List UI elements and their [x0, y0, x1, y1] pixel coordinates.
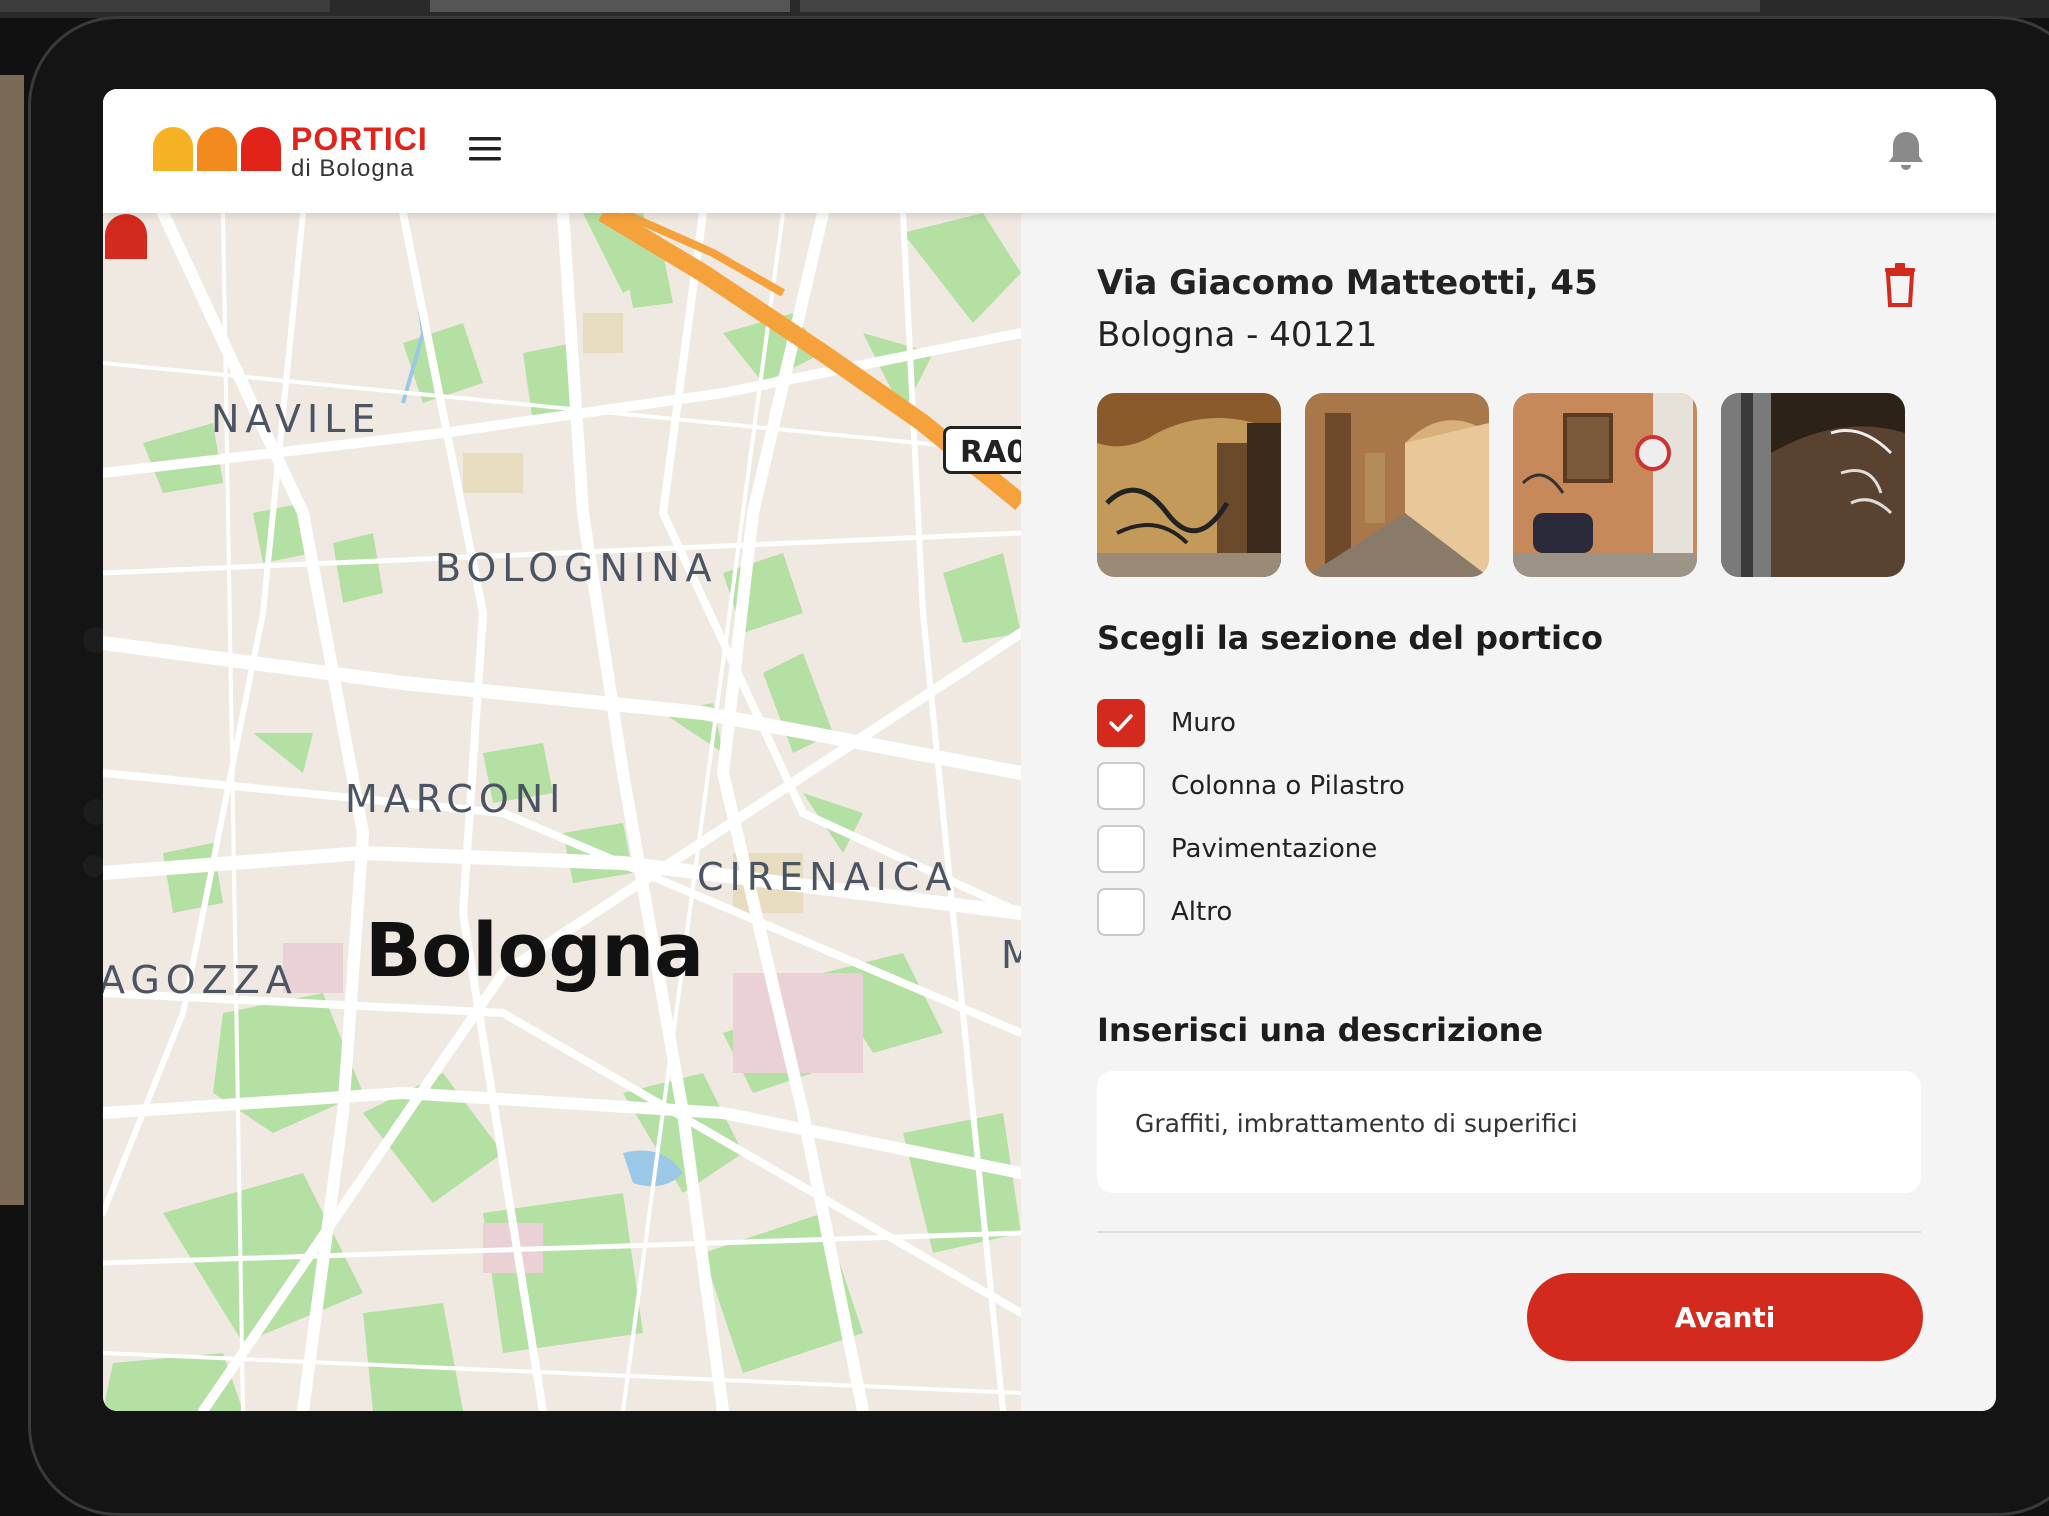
- description-title: Inserisci una descrizione: [1097, 1011, 1544, 1049]
- option-label: Colonna o Pilastro: [1171, 770, 1405, 801]
- photo-thumbnail[interactable]: [1097, 393, 1281, 577]
- option-label: Pavimentazione: [1171, 833, 1378, 864]
- map-label-saragozza: AGOZZA: [103, 958, 298, 1002]
- address-street: Via Giacomo Matteotti, 45: [1097, 263, 1598, 303]
- report-panel: Via Giacomo Matteotti, 45 Bologna - 4012…: [1021, 213, 1996, 1411]
- location-pin-icon[interactable]: [103, 213, 149, 261]
- trash-icon[interactable]: [1883, 263, 1917, 307]
- checkbox-altro[interactable]: [1097, 887, 1145, 936]
- option-label: Altro: [1171, 896, 1233, 927]
- map-label-marconi: MARCONI: [345, 777, 567, 821]
- map-city-label: Bologna: [365, 908, 705, 994]
- map-label-navile: NAVILE: [211, 397, 382, 441]
- address-city: Bologna - 40121: [1097, 315, 1378, 355]
- photo-thumbnail[interactable]: [1721, 393, 1905, 577]
- map-label-cirenaica: CIRENAICA: [697, 855, 958, 899]
- section-choice-title: Scegli la sezione del portico: [1097, 619, 1603, 657]
- checkbox-pavimentazione[interactable]: [1097, 824, 1145, 873]
- map-view[interactable]: NAVILE BOLOGNINA MARCONI CIRENAICA AGOZZ…: [103, 213, 1021, 1411]
- portici-arches-icon: [153, 127, 281, 171]
- background-left-strip: [0, 75, 24, 1205]
- photo-thumbnail[interactable]: [1305, 393, 1489, 577]
- checkbox-colonna[interactable]: [1097, 761, 1145, 810]
- divider: [1097, 1231, 1921, 1233]
- photo-gallery: [1097, 393, 1905, 577]
- bell-icon[interactable]: [1886, 129, 1926, 173]
- map-label-bolognina: BOLOGNINA: [435, 546, 718, 590]
- logo-subtitle: di Bologna: [291, 155, 415, 182]
- option-label: Muro: [1171, 707, 1236, 738]
- checkbox-muro[interactable]: [1097, 698, 1145, 747]
- next-button[interactable]: Avanti: [1527, 1273, 1923, 1361]
- option-muro[interactable]: Muro: [1097, 691, 1405, 754]
- photo-thumbnail[interactable]: [1513, 393, 1697, 577]
- checkmark-icon: [1109, 713, 1133, 732]
- option-pavimentazione[interactable]: Pavimentazione: [1097, 817, 1405, 880]
- logo-title: PORTICI: [291, 121, 428, 157]
- map-label-partial: M: [1001, 933, 1021, 977]
- app-header: PORTICI di Bologna: [103, 89, 1996, 213]
- app-screen: PORTICI di Bologna NAVILE BOLOGNINA MARC…: [103, 89, 1996, 1411]
- description-field[interactable]: Graffiti, imbrattamento di superifici: [1097, 1071, 1921, 1193]
- tablet-sensor: [83, 855, 105, 877]
- hamburger-menu-icon[interactable]: [469, 135, 501, 163]
- section-checklist: Muro Colonna o Pilastro Pavimentazione A…: [1097, 691, 1405, 943]
- road-badge: RA0: [943, 426, 1021, 474]
- option-altro[interactable]: Altro: [1097, 880, 1405, 943]
- option-colonna[interactable]: Colonna o Pilastro: [1097, 754, 1405, 817]
